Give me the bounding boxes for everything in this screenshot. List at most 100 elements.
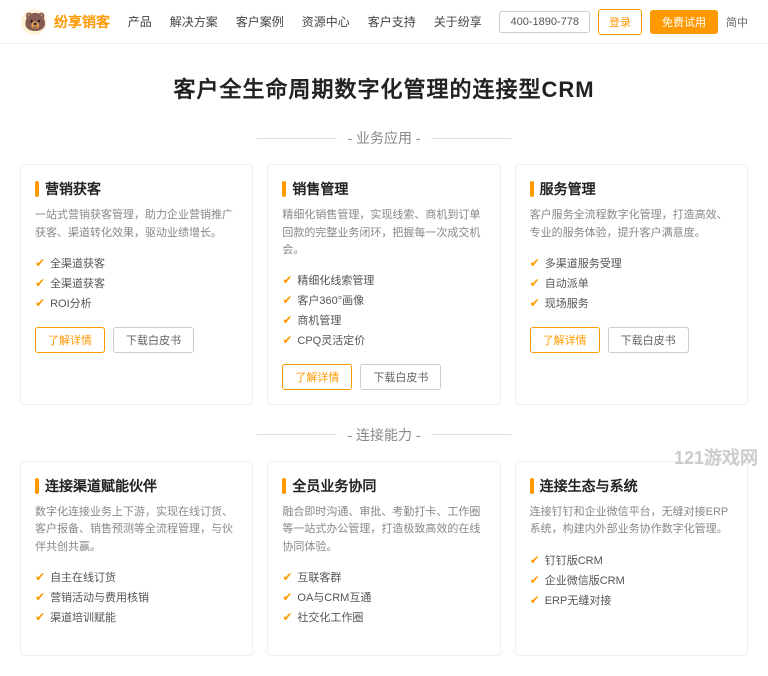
list-item: ✔钉钉版CRM [530, 550, 733, 570]
logo-icon: 🐻 [20, 8, 48, 36]
svg-text:🐻: 🐻 [24, 11, 46, 32]
check-icon: ✔ [530, 553, 540, 567]
check-icon: ✔ [35, 256, 45, 270]
check-icon: ✔ [530, 593, 540, 607]
card-service-accent [530, 181, 534, 197]
logo[interactable]: 🐻 纷享销客 [20, 8, 110, 36]
card-collab-list: ✔互联客群 ✔OA与CRM互通 ✔社交化工作圈 [282, 567, 485, 627]
service-whitepaper-button[interactable]: 下载白皮书 [608, 327, 689, 353]
card-ecosystem-title: 连接生态与系统 [540, 476, 638, 496]
sales-whitepaper-button[interactable]: 下载白皮书 [360, 364, 441, 390]
card-channel: 连接渠道赋能伙伴 数字化连接业务上下游，实现在线订货、客户报备、销售预测等全流程… [20, 461, 253, 656]
cards-row2: 连接渠道赋能伙伴 数字化连接业务上下游，实现在线订货、客户报备、销售预测等全流程… [0, 461, 768, 656]
section2-title: - 连接能力 - [0, 425, 768, 445]
trial-button[interactable]: 免费试用 [650, 10, 718, 34]
card-sales-actions: 了解详情 下载白皮书 [282, 364, 485, 390]
card-collab-header: 全员业务协同 [282, 476, 485, 496]
check-icon: ✔ [35, 590, 45, 604]
list-item: ✔互联客群 [282, 567, 485, 587]
section1-title-text: - 业务应用 - [347, 128, 420, 148]
check-icon: ✔ [282, 293, 292, 307]
nav-item-resources[interactable]: 资源中心 [302, 13, 350, 30]
card-sales-list: ✔精细化线索管理 ✔客户360°画像 ✔商机管理 ✔CPQ灵活定价 [282, 270, 485, 350]
language-switcher[interactable]: 简中 [726, 14, 748, 30]
main-nav: 🐻 纷享销客 产品 解决方案 客户案例 资源中心 客户支持 关于纷享 400-1… [0, 0, 768, 44]
card-ecosystem-list: ✔钉钉版CRM ✔企业微信版CRM ✔ERP无缝对接 [530, 550, 733, 610]
card-channel-title: 连接渠道赋能伙伴 [45, 476, 157, 496]
list-item: ✔渠道培训赋能 [35, 607, 238, 627]
logo-text: 纷享销客 [54, 12, 110, 32]
list-item: ✔全渠道获客 [35, 253, 238, 273]
list-item: ✔自动派单 [530, 273, 733, 293]
card-ecosystem-accent [530, 478, 534, 494]
card-channel-header: 连接渠道赋能伙伴 [35, 476, 238, 496]
card-ecosystem: 连接生态与系统 连接钉钉和企业微信平台，无缝对接ERP系统，构建内外部业务协作数… [515, 461, 748, 656]
card-collab-title: 全员业务协同 [292, 476, 376, 496]
card-marketing-accent [35, 181, 39, 197]
check-icon: ✔ [282, 273, 292, 287]
list-item: ✔精细化线索管理 [282, 270, 485, 290]
check-icon: ✔ [282, 313, 292, 327]
list-item: ✔营销活动与费用核销 [35, 587, 238, 607]
card-sales-title: 销售管理 [292, 179, 348, 199]
list-item: ✔ROI分析 [35, 293, 238, 313]
nav-item-products[interactable]: 产品 [128, 13, 152, 30]
card-ecosystem-header: 连接生态与系统 [530, 476, 733, 496]
nav-item-support[interactable]: 客户支持 [368, 13, 416, 30]
phone-button[interactable]: 400-1890-778 [499, 11, 590, 33]
nav-item-cases[interactable]: 客户案例 [236, 13, 284, 30]
sales-detail-button[interactable]: 了解详情 [282, 364, 352, 390]
marketing-whitepaper-button[interactable]: 下载白皮书 [113, 327, 194, 353]
check-icon: ✔ [282, 590, 292, 604]
section2-title-text: - 连接能力 - [347, 425, 420, 445]
card-channel-accent [35, 478, 39, 494]
check-icon: ✔ [282, 333, 292, 347]
check-icon: ✔ [35, 610, 45, 624]
card-collab-desc: 融合即时沟通、审批、考勤打卡、工作圈等一站式办公管理，打造极致高效的在线协同体验… [282, 504, 485, 557]
check-icon: ✔ [35, 276, 45, 290]
card-service-title: 服务管理 [540, 179, 596, 199]
list-item: ✔全渠道获客 [35, 273, 238, 293]
card-sales-desc: 精细化销售管理，实现线索、商机到订单回款的完整业务闭环，把握每一次成交机会。 [282, 207, 485, 260]
card-collab-accent [282, 478, 286, 494]
card-sales-accent [282, 181, 286, 197]
list-item: ✔ERP无缝对接 [530, 590, 733, 610]
card-marketing-list: ✔全渠道获客 ✔全渠道获客 ✔ROI分析 [35, 253, 238, 313]
check-icon: ✔ [282, 610, 292, 624]
check-icon: ✔ [35, 296, 45, 310]
card-service-header: 服务管理 [530, 179, 733, 199]
check-icon: ✔ [530, 296, 540, 310]
marketing-detail-button[interactable]: 了解详情 [35, 327, 105, 353]
card-marketing: 营销获客 一站式营销获客管理，助力企业营销推广获客、渠道转化效果，驱动业绩增长。… [20, 164, 253, 405]
card-sales: 销售管理 精细化销售管理，实现线索、商机到订单回款的完整业务闭环，把握每一次成交… [267, 164, 500, 405]
card-marketing-title: 营销获客 [45, 179, 101, 199]
list-item: ✔自主在线订货 [35, 567, 238, 587]
list-item: ✔多渠道服务受理 [530, 253, 733, 273]
card-service: 服务管理 客户服务全流程数字化管理，打造高效、专业的服务体验，提升客户满意度。 … [515, 164, 748, 405]
list-item: ✔OA与CRM互通 [282, 587, 485, 607]
card-marketing-desc: 一站式营销获客管理，助力企业营销推广获客、渠道转化效果，驱动业绩增长。 [35, 207, 238, 243]
check-icon: ✔ [282, 570, 292, 584]
card-collab: 全员业务协同 融合即时沟通、审批、考勤打卡、工作圈等一站式办公管理，打造极致高效… [267, 461, 500, 656]
check-icon: ✔ [530, 276, 540, 290]
card-channel-list: ✔自主在线订货 ✔营销活动与费用核销 ✔渠道培训赋能 [35, 567, 238, 627]
cards-row1: 营销获客 一站式营销获客管理，助力企业营销推广获客、渠道转化效果，驱动业绩增长。… [0, 164, 768, 405]
card-service-desc: 客户服务全流程数字化管理，打造高效、专业的服务体验，提升客户满意度。 [530, 207, 733, 243]
card-service-actions: 了解详情 下载白皮书 [530, 327, 733, 353]
list-item: ✔社交化工作圈 [282, 607, 485, 627]
nav-item-solutions[interactable]: 解决方案 [170, 13, 218, 30]
hero-title: 客户全生命周期数字化管理的连接型CRM [20, 72, 748, 104]
check-icon: ✔ [530, 256, 540, 270]
login-button[interactable]: 登录 [598, 9, 642, 35]
list-item: ✔企业微信版CRM [530, 570, 733, 590]
hero-section: 客户全生命周期数字化管理的连接型CRM [0, 44, 768, 120]
service-detail-button[interactable]: 了解详情 [530, 327, 600, 353]
card-service-list: ✔多渠道服务受理 ✔自动派单 ✔现场服务 [530, 253, 733, 313]
nav-menu: 产品 解决方案 客户案例 资源中心 客户支持 关于纷享 [128, 13, 482, 30]
check-icon: ✔ [35, 570, 45, 584]
nav-actions: 400-1890-778 登录 免费试用 简中 [499, 9, 748, 35]
nav-item-about[interactable]: 关于纷享 [434, 13, 482, 30]
card-marketing-header: 营销获客 [35, 179, 238, 199]
card-sales-header: 销售管理 [282, 179, 485, 199]
section1-title: - 业务应用 - [0, 128, 768, 148]
